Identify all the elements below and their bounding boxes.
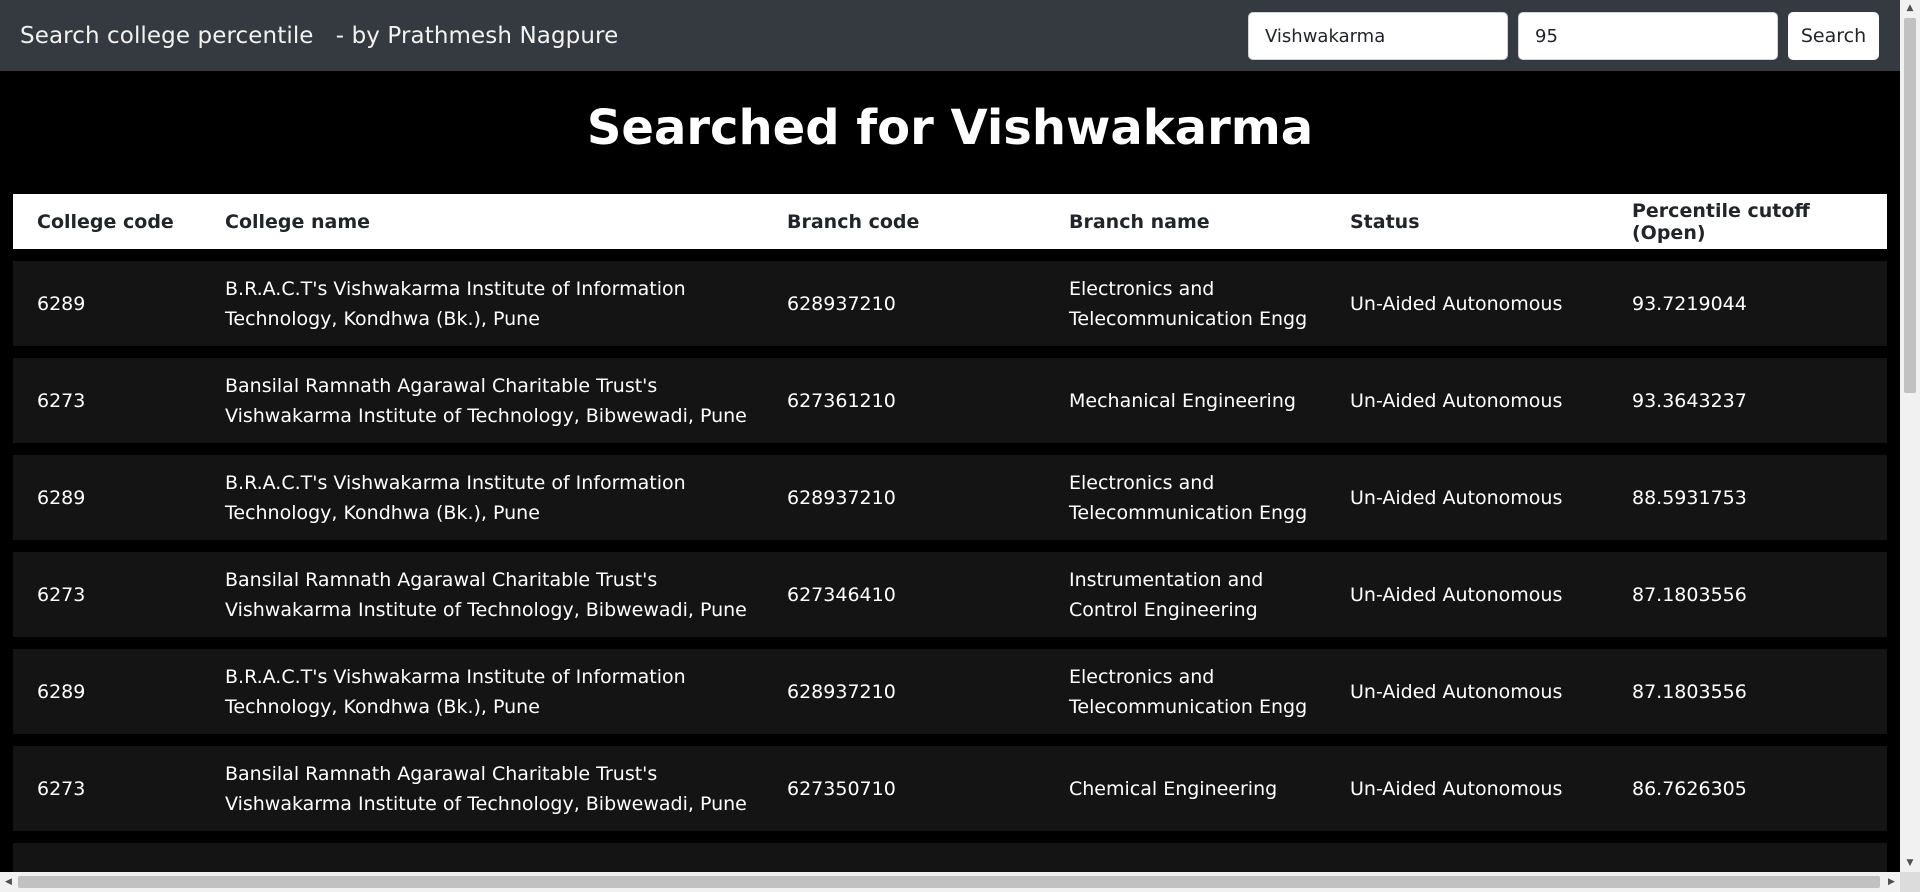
vertical-scrollbar[interactable]: ▲ ▼ [1900,0,1920,872]
cell-college-code: 6273 [37,583,86,606]
header-college-name: College name [225,210,371,233]
table-row: 6273 Bansilal Ramnath Agarawal Charitabl… [13,552,1887,637]
header-branch-code: Branch code [787,210,920,233]
cell-branch-name: Electronics and Telecommunication Engg [1069,665,1308,718]
cell-status: Un-Aided Autonomous [1350,389,1563,412]
cell-percentile-cutoff: 87.1803556 [1632,583,1747,606]
cell-branch-name: Instrumentation and Control Engineering [1069,568,1264,621]
header-college-code: College code [37,210,174,233]
navbar: Search college percentile - by Prathmesh… [0,0,1900,71]
table-row: 6273 Bansilal Ramnath Agarawal Charitabl… [13,358,1887,443]
cell-status: Un-Aided Autonomous [1350,777,1563,800]
search-button[interactable]: Search [1788,12,1879,60]
cell-college-name: Bansilal Ramnath Agarawal Charitable Tru… [225,762,747,815]
table-header: College code College name Branch code Br… [13,194,1887,249]
search-form: Search [1248,12,1879,60]
header-percentile-cutoff: Percentile cutoff (Open) [1632,199,1810,244]
cell-percentile-cutoff: 88.5931753 [1632,486,1747,509]
cell-branch-code: 628937210 [787,486,896,509]
cell-college-code: 6273 [37,777,86,800]
cell-branch-code: 627350710 [787,777,896,800]
cell-branch-code: 628937210 [787,292,896,315]
table-row: 6289 B.R.A.C.T's Vishwakarma Institute o… [13,261,1887,346]
cell-branch-name: Chemical Engineering [1069,777,1278,800]
cell-status: Un-Aided Autonomous [1350,292,1563,315]
cell-percentile-cutoff: 86.7626305 [1632,777,1747,800]
cell-college-name: B.R.A.C.T's Vishwakarma Institute of Inf… [225,471,686,524]
cell-percentile-cutoff: 87.1803556 [1632,680,1747,703]
cell-branch-code: 627346410 [787,583,896,606]
cell-status: Un-Aided Autonomous [1350,486,1563,509]
triangle-down-icon[interactable]: ▼ [1900,855,1920,872]
percentile-input[interactable] [1518,12,1778,60]
college-search-input[interactable] [1248,12,1508,60]
cell-percentile-cutoff: 93.3643237 [1632,389,1747,412]
triangle-up-icon[interactable]: ▲ [1900,0,1920,17]
table-row: 6289 B.R.A.C.T's Vishwakarma Institute o… [13,455,1887,540]
table-row: 6273 Bansilal Ramnath Agarawal Charitabl… [13,746,1887,831]
cell-branch-name: Electronics and Telecommunication Engg [1069,277,1308,330]
triangle-left-icon[interactable]: ◀ [0,872,17,892]
cell-branch-code: 627361210 [787,389,896,412]
cell-college-code: 6289 [37,292,86,315]
header-status: Status [1350,210,1420,233]
horizontal-scroll-thumb[interactable] [18,876,1880,888]
cell-college-code: 6273 [37,389,86,412]
cell-college-name: Bansilal Ramnath Agarawal Charitable Tru… [225,568,747,621]
cell-college-name: Bansilal Ramnath Agarawal Charitable Tru… [225,374,747,427]
scrollbar-corner [1900,872,1920,892]
cell-branch-code: 628937210 [787,680,896,703]
results-table: College code College name Branch code Br… [13,194,1887,892]
cell-college-name: B.R.A.C.T's Vishwakarma Institute of Inf… [225,277,686,330]
cell-status: Un-Aided Autonomous [1350,583,1563,606]
cell-college-code: 6289 [37,680,86,703]
cell-college-code: 6289 [37,486,86,509]
cell-branch-name: Electronics and Telecommunication Engg [1069,471,1308,524]
page-title: Searched for Vishwakarma [586,100,1314,156]
header-branch-name: Branch name [1069,210,1210,233]
triangle-right-icon[interactable]: ▶ [1883,872,1900,892]
vertical-scroll-thumb[interactable] [1904,18,1916,393]
cell-percentile-cutoff: 93.7219044 [1632,292,1747,315]
cell-branch-name: Mechanical Engineering [1069,389,1296,412]
cell-college-name: B.R.A.C.T's Vishwakarma Institute of Inf… [225,665,686,718]
table-row: 6289 B.R.A.C.T's Vishwakarma Institute o… [13,649,1887,734]
cell-status: Un-Aided Autonomous [1350,680,1563,703]
horizontal-scrollbar[interactable]: ◀ ▶ [0,872,1900,892]
brand-title[interactable]: Search college percentile - by Prathmesh… [20,23,618,49]
